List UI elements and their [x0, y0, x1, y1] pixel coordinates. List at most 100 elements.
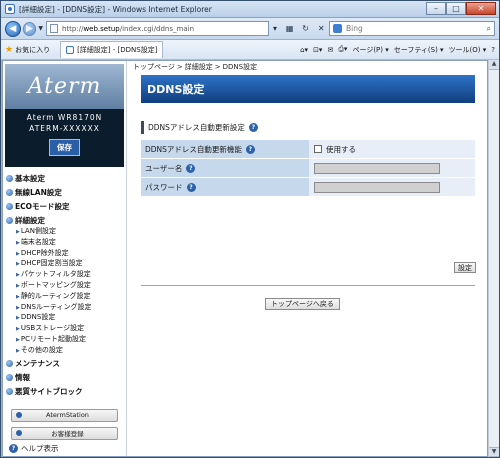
compat-view-icon[interactable]: ▦: [286, 24, 294, 33]
submenu-item-port-mapping[interactable]: ▶ポートマッピング設定: [16, 281, 126, 292]
favorites-bar: ★ お気に入り [詳細設定] - [DDNS設定] ⌂▾ ⊡▾ ✉ ⎙▾ ページ…: [1, 40, 499, 60]
tab-label: [詳細設定] - [DDNS設定]: [77, 46, 158, 54]
submenu-item-dhcp-fixed[interactable]: ▶DHCP固定割当設定: [16, 259, 126, 270]
submenu-item-static-routing[interactable]: ▶静的ルーティング設定: [16, 292, 126, 303]
section-title: DDNSアドレス自動更新設定 ?: [141, 121, 475, 134]
history-dropdown-icon[interactable]: ▼: [38, 25, 43, 32]
customer-register-button[interactable]: お客様登録: [11, 426, 118, 440]
divider: [141, 285, 475, 286]
device-name: ATERM-XXXXXX: [29, 124, 100, 133]
menu-information[interactable]: 情報: [6, 371, 126, 385]
submenu-item-terminal-name[interactable]: ▶端末名設定: [16, 238, 126, 249]
bing-icon: [333, 24, 343, 33]
back-to-top-button[interactable]: トップページへ戻る: [265, 298, 340, 310]
submenu-item-ddns[interactable]: ▶DDNS設定: [16, 313, 126, 324]
ddns-function-row: DDNSアドレス自動更新機能? 使用する: [141, 140, 475, 159]
help-menu[interactable]: ?: [491, 46, 495, 54]
vertical-scrollbar[interactable]: ▲ ▼: [488, 60, 499, 457]
url-prefix: http://: [61, 24, 84, 33]
menu-wireless-lan[interactable]: 無線LAN設定: [6, 185, 126, 199]
breadcrumb-current: DDNS設定: [222, 63, 258, 71]
breadcrumb-top-page[interactable]: トップページ: [133, 63, 175, 71]
close-button[interactable]: ✕: [466, 2, 496, 15]
submenu-item-usb-storage[interactable]: ▶USBストレージ設定: [16, 324, 126, 335]
feeds-icon[interactable]: ⊡▾: [313, 46, 322, 54]
refresh-icon[interactable]: ↻: [302, 24, 309, 33]
back-arrow-icon[interactable]: ◀: [5, 20, 21, 37]
help-icon: ?: [9, 444, 18, 453]
menu-bullet-icon: [6, 388, 13, 396]
breadcrumb: トップページ > 詳細設定 > DDNS設定: [133, 63, 258, 71]
button-bullet-icon: [16, 412, 22, 419]
submenu-item-pc-remote[interactable]: ▶PCリモート起動設定: [16, 335, 126, 346]
favorites-link[interactable]: お気に入り: [15, 45, 50, 55]
tools-menu[interactable]: ツール(O) ▾: [449, 45, 487, 55]
help-icon[interactable]: ?: [186, 163, 196, 173]
scroll-down-icon[interactable]: ▼: [489, 447, 499, 457]
password-label: パスワード: [145, 182, 183, 192]
username-field[interactable]: [314, 162, 440, 174]
help-icon[interactable]: ?: [248, 123, 258, 132]
menu-maintenance[interactable]: メンテナンス: [6, 357, 126, 371]
dropdown-icon[interactable]: ▾: [273, 24, 277, 33]
menu-bullet-icon: [6, 374, 13, 382]
menu-eco-mode[interactable]: ECOモード設定: [6, 199, 126, 213]
password-field[interactable]: [314, 181, 440, 193]
minimize-button[interactable]: –: [426, 2, 446, 15]
browser-tab[interactable]: [詳細設定] - [DDNS設定]: [60, 41, 164, 58]
aterm-station-button[interactable]: AtermStation: [11, 408, 118, 422]
ie-icon: [5, 4, 15, 14]
print-icon[interactable]: ⎙▾: [338, 45, 347, 54]
help-icon[interactable]: ?: [186, 182, 196, 192]
save-button[interactable]: 保存: [49, 139, 80, 156]
menu-malicious-site-block[interactable]: 悪質サイトブロック: [6, 385, 126, 399]
search-field[interactable]: ⌕: [329, 21, 495, 36]
search-input[interactable]: [346, 24, 477, 33]
url-path: /index.cgi/ddns_main: [119, 24, 195, 33]
menu-bullet-icon: [6, 202, 13, 210]
page-icon: [49, 24, 58, 33]
menu-bullet-icon: [6, 360, 13, 368]
model-name: Aterm WR8170N: [26, 113, 103, 122]
maximize-button[interactable]: □: [446, 2, 466, 15]
mail-icon[interactable]: ✉: [327, 46, 333, 54]
sidebar: Aterm Aterm WR8170N ATERM-XXXXXX 保存 基本設定…: [3, 61, 127, 456]
address-bar: ◀ ▶ ▼ http://web.setup/index.cgi/ddns_ma…: [1, 18, 499, 40]
stop-icon[interactable]: ✕: [318, 24, 325, 33]
set-button[interactable]: 設定: [454, 262, 476, 273]
menu-bullet-icon: [6, 174, 13, 182]
use-label: 使用する: [326, 144, 356, 154]
safety-menu[interactable]: セーフティ(S) ▾: [394, 45, 444, 55]
page-menu[interactable]: ページ(P) ▾: [352, 45, 388, 55]
search-icon[interactable]: ⌕: [487, 24, 491, 34]
submenu-item-other[interactable]: ▶その他の設定: [16, 346, 126, 357]
help-link[interactable]: ? ヘルプ表示: [9, 443, 59, 454]
button-bullet-icon: [16, 430, 22, 437]
breadcrumb-advanced[interactable]: 詳細設定: [185, 63, 213, 71]
ddns-form: DDNSアドレス自動更新機能? 使用する ユーザー名? パスワード?: [141, 140, 475, 197]
command-bar: ⌂▾ ⊡▾ ✉ ⎙▾ ページ(P) ▾ セーフティ(S) ▾ ツール(O) ▾ …: [300, 45, 495, 55]
submenu-list: ▶LAN側設定 ▶端末名設定 ▶DHCP除外設定 ▶DHCP固定割当設定 ▶パケ…: [6, 227, 126, 357]
submenu-item-packet-filter[interactable]: ▶パケットフィルタ設定: [16, 270, 126, 281]
main-content: トップページ > 詳細設定 > DDNS設定 DDNS設定 DDNSアドレス自動更新設定…: [127, 61, 487, 456]
title-bar: [詳細設定] - [DDNS設定] - Windows Internet Exp…: [1, 1, 499, 18]
username-label: ユーザー名: [145, 163, 183, 173]
window-title: [詳細設定] - [DDNS設定] - Windows Internet Exp…: [19, 4, 212, 14]
tab-page-icon: [66, 46, 75, 54]
menu-advanced-settings[interactable]: 詳細設定: [6, 213, 126, 227]
submenu-item-lan[interactable]: ▶LAN側設定: [16, 227, 126, 238]
forward-arrow-icon[interactable]: ▶: [22, 21, 37, 36]
submenu-item-dhcp-exclude[interactable]: ▶DHCP除外設定: [16, 249, 126, 260]
favorites-star-icon[interactable]: ★: [5, 45, 13, 55]
url-field[interactable]: http://web.setup/index.cgi/ddns_main: [45, 21, 269, 36]
scroll-up-icon[interactable]: ▲: [489, 60, 499, 70]
use-checkbox[interactable]: [314, 145, 322, 153]
home-icon[interactable]: ⌂▾: [300, 46, 308, 54]
help-icon[interactable]: ?: [245, 144, 255, 154]
username-row: ユーザー名?: [141, 159, 475, 178]
aterm-logo: Aterm: [5, 64, 124, 109]
submenu-item-dns-routing[interactable]: ▶DNSルーティング設定: [16, 303, 126, 314]
menu-bullet-icon: [6, 188, 13, 196]
password-row: パスワード?: [141, 178, 475, 197]
menu-basic-settings[interactable]: 基本設定: [6, 171, 126, 185]
